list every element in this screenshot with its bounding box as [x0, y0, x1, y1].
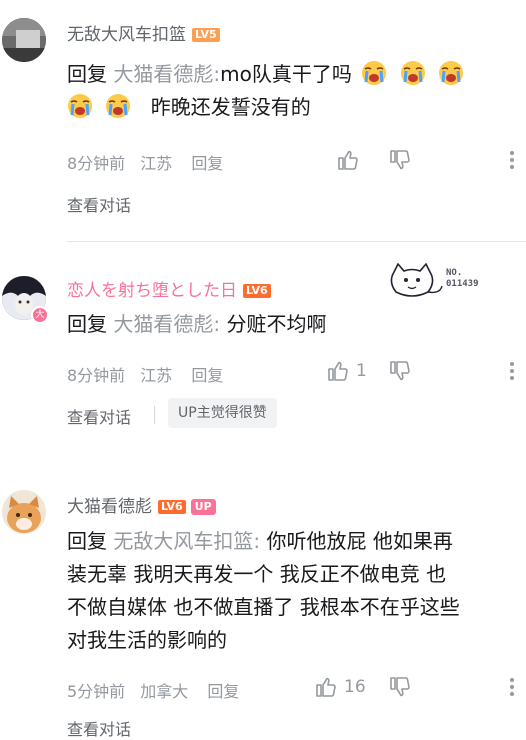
sticker-number: NO. 011439 [446, 268, 479, 289]
up-badge: UP [190, 499, 216, 515]
more-vertical-icon [510, 362, 514, 380]
dislike-button[interactable] [388, 147, 412, 173]
username-text[interactable]: 无敌大风车扣篮 [67, 25, 186, 45]
comment-body-cont: 对我生活的影响的 [67, 628, 227, 652]
username[interactable]: 无敌大风车扣篮 LV5 [67, 20, 220, 45]
reply-keyword: 回复 [67, 529, 107, 553]
comment-actions: 16 [316, 674, 526, 704]
thumbs-up-icon [338, 150, 358, 170]
separator [154, 406, 155, 424]
username[interactable]: 大猫看德彪 LV6 UP [67, 492, 216, 517]
comment-time: 8分钟前 [67, 154, 126, 173]
reply-to-user[interactable]: 无敌大风车扣篮: [113, 529, 260, 553]
reply-keyword: 回复 [67, 312, 107, 336]
level-badge: LV5 [192, 28, 220, 42]
view-conversation-link[interactable]: 查看对话 [67, 716, 131, 740]
comment-actions [326, 147, 526, 177]
comment-meta: 8分钟前 江苏 回复 [67, 362, 233, 386]
comment-text: 回复 大猫看德彪:mo队真干了吗 昨晚还发誓没有的 [67, 58, 522, 124]
avatar-badge: 大 [31, 306, 49, 324]
crying-emoji-icon [438, 61, 463, 85]
comment-actions: 1 [326, 358, 526, 388]
comment-location: 江苏 [140, 366, 173, 385]
reply-button[interactable]: 回复 [207, 682, 239, 701]
comment-body: 你听他放屁 他如果再 [266, 529, 453, 553]
like-count: 16 [344, 677, 366, 697]
dislike-button[interactable] [388, 674, 412, 700]
username-text[interactable]: 恋人を射ち堕とした日 [67, 281, 237, 301]
divider [67, 241, 526, 242]
comment-meta: 8分钟前 江苏 回复 [67, 150, 233, 174]
comment-body-cont: 装无辜 我明天再发一个 我反正不做电竞 也 [67, 562, 447, 586]
like-button[interactable]: 1 [326, 358, 367, 384]
crying-emoji-icon [68, 94, 92, 118]
comment-body: mo队真干了吗 [220, 62, 352, 86]
like-count: 1 [356, 361, 367, 381]
avatar[interactable] [2, 18, 46, 62]
view-conversation-link[interactable]: 查看对话 [67, 404, 131, 428]
comment-location: 江苏 [140, 154, 173, 173]
more-vertical-icon [510, 151, 514, 169]
thumbs-down-icon [390, 677, 410, 697]
more-options-button[interactable] [508, 147, 516, 173]
reply-to-user[interactable]: 大猫看德彪: [113, 312, 220, 336]
more-vertical-icon [510, 678, 514, 696]
up-liked-badge: UP主觉得很赞 [168, 398, 277, 428]
reply-to-user[interactable]: 大猫看德彪: [113, 62, 220, 86]
level-badge: LV6 [158, 500, 186, 514]
comment-body: 分赃不均啊 [226, 312, 327, 336]
more-options-button[interactable] [508, 358, 516, 384]
comment-meta: 5分钟前 加拿大 回复 [67, 678, 249, 702]
crying-emoji-icon [362, 61, 387, 85]
level-badge: LV6 [243, 284, 271, 298]
comment-time: 5分钟前 [67, 682, 126, 701]
cat-sticker-icon [390, 262, 443, 297]
comment-body-cont: 昨晚还发誓没有的 [150, 95, 311, 119]
comment-body-cont: 不做自媒体 也不做直播了 我根本不在乎这些 [67, 595, 460, 619]
thumbs-up-icon [328, 361, 348, 381]
avatar[interactable] [2, 490, 46, 534]
comment-text: 回复 无敌大风车扣篮: 你听他放屁 他如果再 装无辜 我明天再发一个 我反正不做… [67, 525, 522, 657]
dislike-button[interactable] [388, 358, 412, 384]
like-button[interactable]: 16 [314, 674, 366, 700]
comment-time: 8分钟前 [67, 366, 126, 385]
comment-text: 回复 大猫看德彪: 分赃不均啊 [67, 308, 522, 341]
thumbs-down-icon [390, 150, 410, 170]
username[interactable]: 恋人を射ち堕とした日 LV6 [67, 276, 271, 301]
avatar-image [2, 18, 46, 62]
reply-button[interactable]: 回复 [191, 366, 223, 385]
more-options-button[interactable] [508, 674, 516, 700]
comment-location: 加拿大 [140, 682, 189, 701]
crying-emoji-icon [400, 61, 425, 85]
reply-button[interactable]: 回复 [191, 154, 223, 173]
crying-emoji-icon [106, 94, 131, 118]
avatar-image [2, 490, 46, 534]
thumbs-up-icon [316, 677, 336, 697]
reply-keyword: 回复 [67, 62, 107, 86]
fan-sticker: NO. 011439 [388, 262, 498, 302]
view-conversation-link[interactable]: 查看对话 [67, 192, 131, 216]
username-text[interactable]: 大猫看德彪 [67, 497, 152, 517]
thumbs-down-icon [390, 361, 410, 381]
like-button[interactable] [336, 147, 360, 173]
